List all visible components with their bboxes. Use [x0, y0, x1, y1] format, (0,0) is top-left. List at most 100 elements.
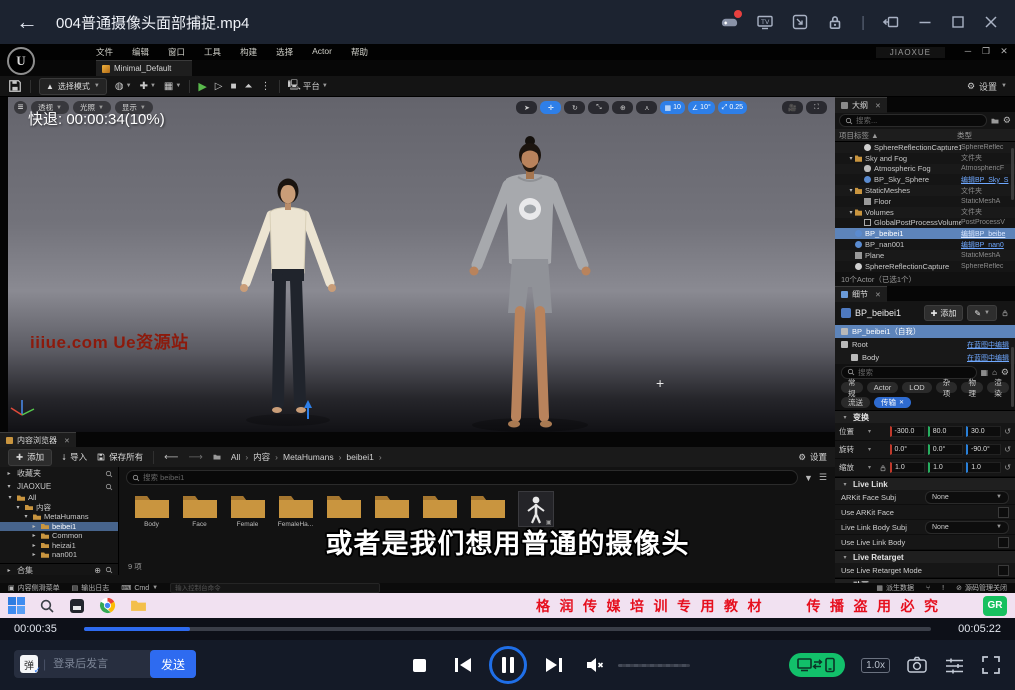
next-button[interactable] [544, 640, 563, 690]
ue-close-button[interactable]: ✕ [997, 46, 1011, 57]
camera-speed-icon[interactable]: 🎥 [782, 101, 803, 114]
cb-view-options-icon[interactable]: ☰ [819, 472, 827, 483]
x-value-field[interactable]: 0.0° [890, 444, 925, 455]
surface-snap-icon[interactable]: ⋏ [636, 101, 657, 114]
select-mode-dropdown[interactable]: ▲ 选择模式 ▼ [39, 78, 107, 95]
cb-tree-row[interactable]: ▾ MetaHumans [0, 512, 118, 522]
filter-chip[interactable]: 物理 [961, 382, 983, 393]
project-row[interactable]: ▾JIAOXUE [0, 480, 118, 493]
move-tool-icon[interactable]: ✛ [540, 101, 561, 114]
outliner-row[interactable]: Atmospheric Fog AtmosphericF [835, 164, 1015, 175]
danmaku-toggle-icon[interactable]: 弹 [20, 655, 38, 673]
play-options-button[interactable]: ⋮ [261, 81, 271, 92]
revision-control-icon[interactable]: ⑂ [926, 585, 930, 592]
taskbar-app-icon[interactable] [69, 598, 85, 614]
back-button[interactable]: ← [16, 11, 38, 33]
stop-button[interactable] [412, 640, 427, 690]
derived-data-button[interactable]: ▦ 派生数据 [876, 583, 914, 593]
save-icon[interactable] [8, 79, 22, 93]
danmaku-input[interactable] [51, 657, 150, 671]
breadcrumb-segment[interactable]: 内容 [253, 451, 270, 463]
collections-row[interactable]: ▸合集 ⊕ [0, 563, 118, 577]
tab-details[interactable]: 细节 ✕ [835, 286, 887, 302]
details-search-input[interactable] [858, 368, 971, 377]
favorites-icon[interactable]: ⌂ [992, 368, 997, 377]
mute-button[interactable] [585, 640, 605, 690]
cb-tree-row[interactable]: ▾ All [0, 493, 118, 503]
reset-to-default-icon[interactable]: ↺ [1004, 463, 1011, 472]
maximize-viewport-icon[interactable]: ⛶ [806, 101, 827, 114]
scale-snap-toggle[interactable]: ⤢ 0.25 [718, 101, 747, 114]
section-transform[interactable]: ▾变换 [835, 410, 1015, 423]
rotate-tool-icon[interactable]: ↻ [564, 101, 585, 114]
reset-to-default-icon[interactable]: ↺ [1004, 445, 1011, 454]
mini-window-icon[interactable] [791, 13, 809, 31]
details-scrollbar[interactable] [1011, 347, 1014, 407]
cb-filter-icon[interactable]: ▼ [804, 473, 813, 483]
outliner-row[interactable]: ▾ Volumes 文件夹 [835, 207, 1015, 218]
breadcrumb-segment[interactable]: beibei1 [346, 452, 373, 462]
file-explorer-icon[interactable] [130, 598, 147, 613]
add-collection-icon[interactable]: ⊕ [94, 566, 101, 575]
retarget-checkbox[interactable] [998, 565, 1009, 576]
seek-bar[interactable] [84, 627, 931, 631]
game-center-icon[interactable] [720, 13, 739, 32]
ue-restore-button[interactable]: ❐ [979, 46, 993, 57]
output-log-button[interactable]: ▤ 输出日志 [72, 583, 110, 593]
cb-tree-row[interactable]: ▾ 内容 [0, 503, 118, 513]
filter-chip[interactable]: 渲染 [987, 382, 1009, 393]
ue-menu-6[interactable]: Actor [312, 46, 332, 58]
chrome-icon[interactable] [99, 597, 116, 614]
subject-dropdown[interactable]: None▼ [925, 491, 1009, 504]
details-lock-icon[interactable] [1001, 309, 1009, 317]
z-value-field[interactable]: -90.0° [966, 444, 1001, 455]
close-tab-icon[interactable]: ✕ [875, 102, 881, 110]
ue-menu-3[interactable]: 工具 [204, 46, 221, 58]
screenshot-button[interactable] [906, 655, 928, 675]
outliner-row[interactable]: BP_nan001 编辑BP_nan0 [835, 239, 1015, 250]
video-frame[interactable]: U 文件编辑窗口工具构建选择Actor帮助 JIAOXUE ─ ❐ ✕ Mini… [0, 44, 1015, 618]
source-control-button[interactable]: ⊘ 源码管理关闭 [956, 583, 1007, 593]
volume-slider[interactable] [618, 640, 690, 690]
grid-snap-toggle[interactable]: ▦ 10 [660, 101, 684, 114]
playback-speed-button[interactable]: 1.0x [861, 658, 890, 673]
outliner-settings-icon[interactable]: ⚙ [1003, 115, 1011, 126]
cb-search-input[interactable] [143, 473, 792, 482]
cb-add-button[interactable]: ✚ 添加 [8, 449, 52, 466]
component-row[interactable]: Body 在蓝图中编辑 [835, 351, 1015, 364]
col-item-label[interactable]: 项目标签 ▲ [839, 130, 957, 141]
select-tool-icon[interactable]: ➤ [516, 101, 537, 114]
scale-tool-icon[interactable]: ⤡ [588, 101, 609, 114]
component-row[interactable]: Root 在蓝图中编辑 [835, 338, 1015, 351]
fullscreen-button[interactable] [981, 655, 1001, 675]
world-space-icon[interactable]: ⊕ [612, 101, 633, 114]
eject-button[interactable]: ⏶ [245, 81, 253, 92]
reset-to-default-icon[interactable]: ↺ [1004, 427, 1011, 436]
close-button[interactable] [983, 14, 999, 30]
add-component-button[interactable]: ✚ 添加 [924, 305, 964, 321]
filter-chip[interactable]: LOD [902, 382, 931, 393]
tab-level[interactable]: Minimal_Default [96, 60, 192, 76]
play-button[interactable]: ▶ [198, 80, 206, 93]
cmd-dropdown[interactable]: ⌨ Cmd ▼ [121, 584, 158, 592]
cb-search[interactable] [126, 470, 798, 485]
lock-icon[interactable] [826, 13, 844, 31]
outliner-row[interactable]: GlobalPostProcessVolume PostProcessV [835, 218, 1015, 229]
previous-button[interactable] [454, 640, 473, 690]
tab-outliner[interactable]: 大纲 ✕ [835, 97, 887, 113]
scale-lock-icon[interactable] [879, 464, 887, 472]
close-tab-icon[interactable]: ✕ [64, 437, 70, 445]
cb-settings-button[interactable]: ⚙ 设置 [798, 451, 827, 463]
unreal-logo[interactable]: U [7, 47, 35, 75]
col-type[interactable]: 类型 [957, 130, 1011, 141]
screen-mirror-button[interactable] [789, 653, 845, 677]
rotation-snap-toggle[interactable]: ∠ 10° [688, 101, 715, 114]
ue-settings-dropdown[interactable]: ⚙设置▼ [967, 80, 1007, 93]
close-tab-icon[interactable]: ✕ [875, 291, 881, 299]
ue-menu-7[interactable]: 帮助 [351, 46, 368, 58]
outliner-search[interactable] [839, 114, 987, 127]
details-settings-icon[interactable]: ⚙ [1001, 367, 1009, 378]
edit-in-blueprint-link[interactable]: 在蓝图中编辑 [967, 340, 1009, 350]
maximize-button[interactable] [950, 14, 966, 30]
3d-viewport[interactable]: ≡ 透视▼ 光照▼ 显示▼ ➤ ✛ ↻ ⤡ ⊕ ⋏ ▦ 10 ∠ 10° ⤢ 0… [8, 97, 835, 432]
